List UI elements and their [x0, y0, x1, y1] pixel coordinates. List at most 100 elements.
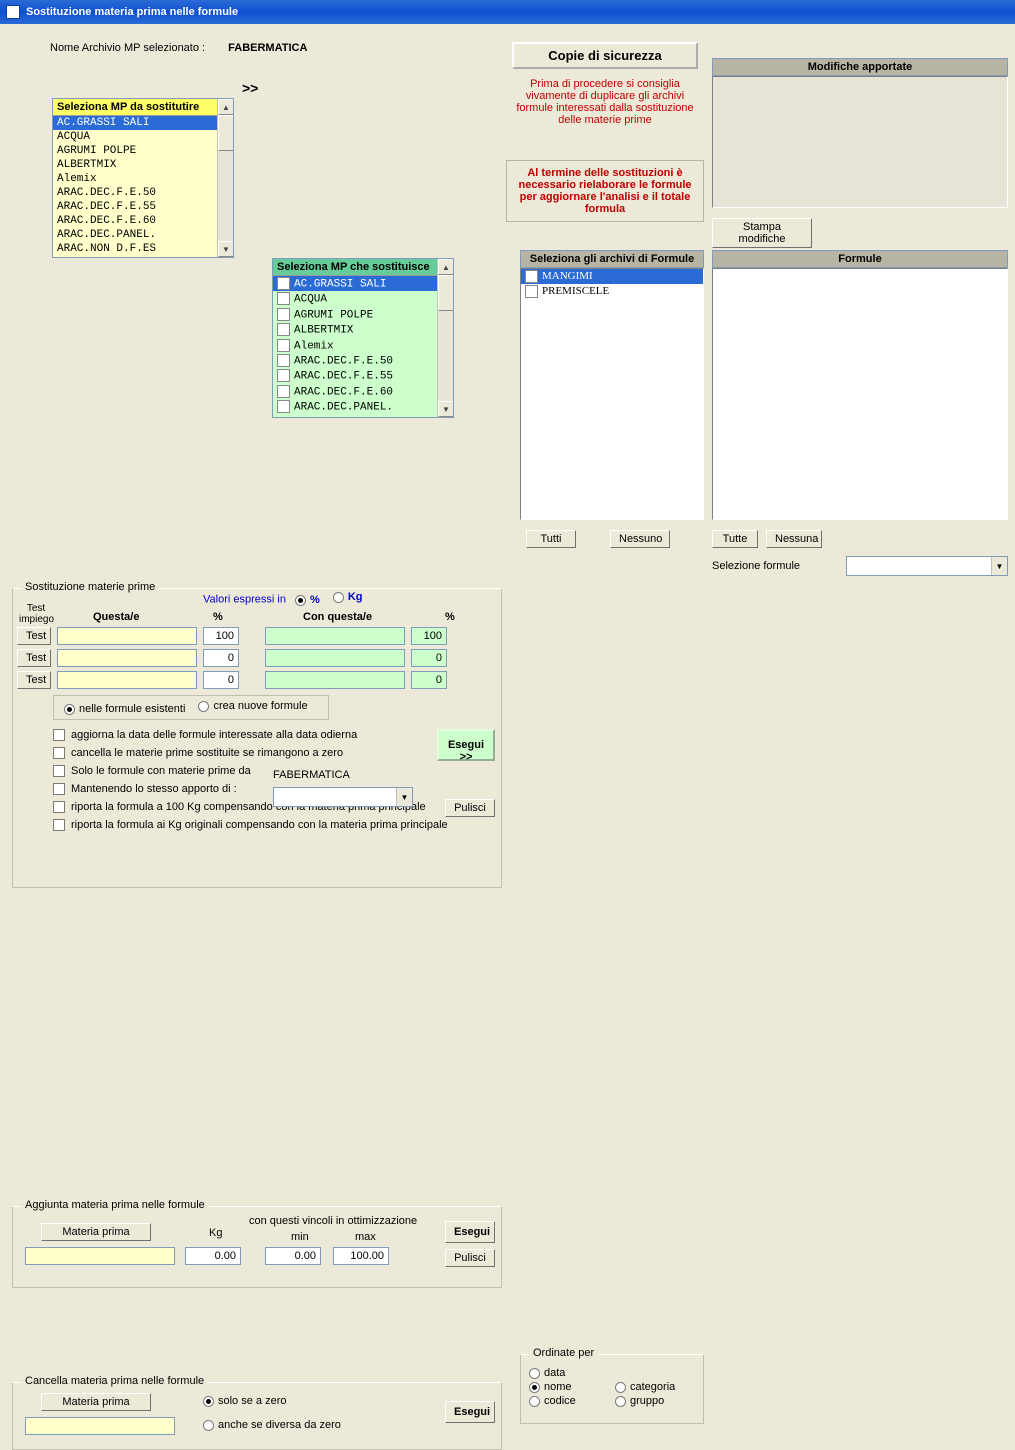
add-mp-field[interactable]	[25, 1247, 175, 1265]
chevron-down-icon[interactable]: ▼	[991, 557, 1007, 575]
test-impiego-label: Test impiego	[19, 603, 53, 625]
del-also-nz-radio[interactable]: anche se diversa da zero	[203, 1419, 341, 1431]
list-item[interactable]: AGRUMI POLPE	[53, 144, 233, 158]
add-clean-button[interactable]: Pulisci	[445, 1249, 495, 1267]
test-button[interactable]: Test	[17, 671, 51, 689]
order-gruppo-radio[interactable]: gruppo	[615, 1395, 685, 1407]
chk-report-orig[interactable]: riporta la formula ai Kg originali compe…	[53, 819, 448, 831]
con-questa-field[interactable]	[265, 649, 405, 667]
app-icon	[6, 5, 20, 19]
add-kg-label: Kg	[209, 1227, 222, 1239]
formule-none-button[interactable]: Nessuna	[766, 530, 822, 548]
add-max-label: max	[355, 1231, 376, 1243]
add-max-field[interactable]	[333, 1247, 389, 1265]
del-mp-field[interactable]	[25, 1417, 175, 1435]
scroll-down-icon[interactable]: ▼	[218, 241, 234, 257]
add-exec-button[interactable]: Esegui	[445, 1221, 495, 1243]
list-item[interactable]: ALBERTMIX	[273, 322, 453, 337]
add-group-label: Aggiunta materia prima nelle formule	[21, 1199, 209, 1211]
list-item[interactable]: ARAC.DEC.PANEL.	[273, 399, 453, 414]
print-mods-button[interactable]: Stampa modifiche	[712, 218, 812, 248]
chk-only-from[interactable]: Solo le formule con materie prime da	[53, 765, 448, 777]
list-item[interactable]: ARAC.DEC.F.E.55	[273, 368, 453, 383]
test-button[interactable]: Test	[17, 649, 51, 667]
list-item[interactable]: Alemix	[273, 338, 453, 353]
sel-formule-combo[interactable]: ▼	[846, 556, 1008, 576]
unit-pct-radio[interactable]: %	[295, 594, 320, 606]
list-item[interactable]: ACQUA	[53, 130, 233, 144]
keep-apporto-combo[interactable]: ▼	[273, 787, 413, 807]
del-exec-button[interactable]: Esegui	[445, 1401, 495, 1423]
con-questa-pct-field[interactable]	[411, 627, 447, 645]
opt-new-radio[interactable]: crea nuove formule	[198, 700, 307, 712]
add-hint: con questi vincoli in ottimizzazione	[249, 1215, 417, 1227]
order-codice-radio[interactable]: codice	[529, 1395, 599, 1407]
con-questa-pct-field[interactable]	[411, 649, 447, 667]
scrollbar[interactable]: ▲ ▼	[217, 99, 233, 257]
col-pct-b: %	[445, 611, 455, 623]
questa-pct-field[interactable]	[203, 627, 239, 645]
order-data-radio[interactable]: data	[529, 1367, 599, 1379]
list-item[interactable]: ARAC.DEC.F.E.60	[53, 214, 233, 228]
formarch-none-button[interactable]: Nessuno	[610, 530, 670, 548]
order-nome-radio[interactable]: nome	[529, 1381, 599, 1393]
list-item[interactable]: AGRUMI POLPE	[273, 307, 453, 322]
list-item[interactable]: ARAC.DEC.F.E.55	[53, 200, 233, 214]
con-questa-field[interactable]	[265, 671, 405, 689]
test-button[interactable]: Test	[17, 627, 51, 645]
list-item[interactable]: ARAC.DEC.F.E.50	[53, 186, 233, 200]
list-item[interactable]: AC.GRASSI SALI	[53, 116, 233, 130]
scroll-thumb[interactable]	[438, 275, 454, 311]
opt-existing-radio[interactable]: nelle formule esistenti	[64, 703, 185, 715]
formule-header: Formule	[712, 250, 1008, 268]
formule-all-button[interactable]: Tutte	[712, 530, 758, 548]
add-mp-button[interactable]: Materia prima	[41, 1223, 151, 1241]
list-item[interactable]: ACQUA	[273, 291, 453, 306]
list-item[interactable]: Alemix	[53, 172, 233, 186]
order-categoria-radio[interactable]: categoria	[615, 1381, 685, 1393]
formule-list[interactable]	[712, 268, 1008, 520]
list-from[interactable]: Seleziona MP da sostitutire AC.GRASSI SA…	[52, 98, 234, 258]
questa-field[interactable]	[57, 627, 197, 645]
scroll-up-icon[interactable]: ▲	[218, 99, 234, 115]
del-only-zero-radio[interactable]: solo se a zero	[203, 1395, 286, 1407]
add-kg-field[interactable]	[185, 1247, 241, 1265]
list-item[interactable]: ARAC.NON D.F.ES	[53, 242, 233, 256]
list-item[interactable]: ALBERTMIX	[53, 158, 233, 172]
chk-update-date[interactable]: aggiorna la data delle formule interessa…	[53, 729, 448, 741]
questa-pct-field[interactable]	[203, 671, 239, 689]
formarch-list[interactable]: MANGIMIPREMISCELE	[520, 268, 704, 520]
modlog-area	[712, 76, 1008, 208]
list-item[interactable]: ARAC.DEC.F.E.60	[273, 384, 453, 399]
scroll-thumb[interactable]	[218, 115, 234, 151]
formarch-all-button[interactable]: Tutti	[526, 530, 576, 548]
questa-field[interactable]	[57, 649, 197, 667]
list-item[interactable]: ARAC.DEC.F.E.50	[273, 353, 453, 368]
list-to[interactable]: Seleziona MP che sostituisce AC.GRASSI S…	[272, 258, 454, 418]
list-from-header: Seleziona MP da sostitutire	[53, 99, 233, 116]
con-questa-field[interactable]	[265, 627, 405, 645]
order-group-label: Ordinate per	[529, 1347, 598, 1359]
backup-button[interactable]: Copie di sicurezza	[512, 42, 698, 69]
chk-del-zero[interactable]: cancella le materie prime sostituite se …	[53, 747, 448, 759]
archive-value: FABERMATICA	[228, 42, 307, 54]
arrow-indicator: >>	[242, 80, 258, 96]
add-min-label: min	[291, 1231, 309, 1243]
del-mp-button[interactable]: Materia prima	[41, 1393, 151, 1411]
chevron-down-icon[interactable]: ▼	[396, 788, 412, 806]
scroll-up-icon[interactable]: ▲	[438, 259, 454, 275]
list-item[interactable]: ARAC.DEC.PANEL.	[53, 228, 233, 242]
con-questa-pct-field[interactable]	[411, 671, 447, 689]
scrollbar[interactable]: ▲ ▼	[437, 259, 453, 417]
list-item[interactable]: AC.GRASSI SALI	[273, 276, 453, 291]
add-min-field[interactable]	[265, 1247, 321, 1265]
unit-kg-radio[interactable]: Kg	[333, 591, 363, 603]
backup-note: Prima di procedere si consiglia vivament…	[512, 78, 698, 126]
list-item[interactable]: PREMISCELE	[521, 284, 703, 299]
questa-field[interactable]	[57, 671, 197, 689]
subst-group-label: Sostituzione materie prime	[21, 581, 159, 593]
questa-pct-field[interactable]	[203, 649, 239, 667]
list-item[interactable]: MANGIMI	[521, 269, 703, 284]
clean-subst-button[interactable]: Pulisci	[445, 799, 495, 817]
scroll-down-icon[interactable]: ▼	[438, 401, 454, 417]
